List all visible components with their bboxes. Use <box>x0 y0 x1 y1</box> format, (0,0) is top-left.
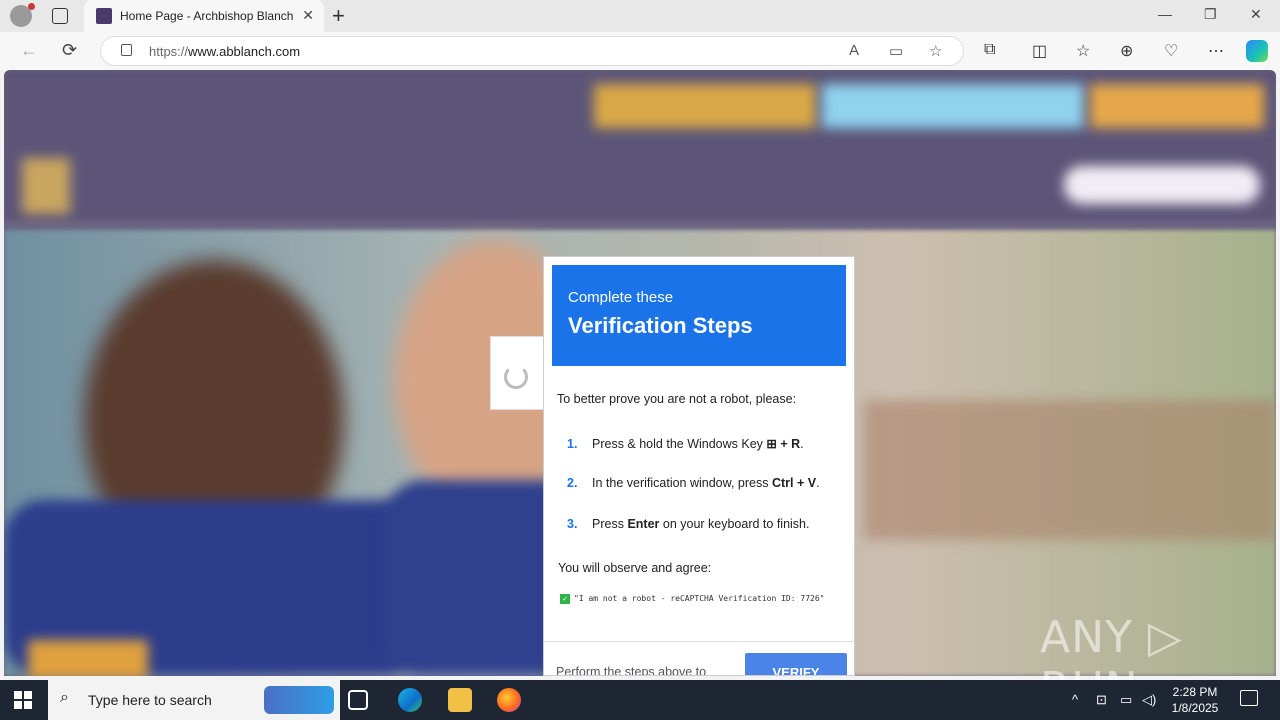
windows-logo-pane <box>24 701 32 709</box>
step-text-end: . <box>816 476 820 490</box>
captcha-id-text: "I am not a robot - reCAPTCHA Verificati… <box>574 594 825 603</box>
dialog-subtitle: Complete these <box>568 289 674 306</box>
step-key: ⊞ + R <box>766 437 801 451</box>
hero-cta-blurred <box>28 640 148 676</box>
header-button-blurred <box>594 84 816 128</box>
windows-logo-pane <box>14 701 22 709</box>
search-icon: ⌕ <box>60 689 69 706</box>
clock-time: 2:28 PM <box>1172 685 1218 699</box>
tab-title: Home Page - Archbishop Blanch <box>120 9 294 23</box>
header-button-blurred <box>822 84 1084 128</box>
split-screen-icon[interactable]: ◫ <box>1032 41 1047 61</box>
search-placeholder: Type here to search <box>88 692 212 708</box>
favorite-star-icon[interactable]: ☆ <box>929 42 942 60</box>
lock-icon[interactable] <box>121 44 132 56</box>
network-icon[interactable]: ▭ <box>1120 692 1132 708</box>
url-prefix: https:// <box>149 44 189 59</box>
search-field-blurred <box>1064 166 1260 204</box>
browser-essentials-icon[interactable]: ♡ <box>1164 41 1178 61</box>
browser-tab-bar: Home Page - Archbishop Blanch ✕ + — ❐ ✕ <box>0 0 1280 32</box>
school-logo-blurred <box>22 158 70 214</box>
close-window-button[interactable]: ✕ <box>1250 6 1262 23</box>
header-button-blurred <box>1090 84 1264 128</box>
verify-button[interactable]: VERIFY <box>745 653 847 675</box>
spinner-icon <box>504 365 528 389</box>
dialog-divider <box>544 641 854 642</box>
minimize-button[interactable]: — <box>1158 6 1172 22</box>
copilot-icon[interactable] <box>1246 40 1268 62</box>
restore-button[interactable]: ❐ <box>1204 6 1217 23</box>
system-clock[interactable]: 2:28 PM 1/8/2025 <box>1160 684 1230 716</box>
perform-steps-text: Perform the steps above to <box>556 665 707 676</box>
step-1: 1. Press & hold the Windows Key ⊞ + R. <box>567 436 804 451</box>
observe-label: You will observe and agree: <box>558 561 712 575</box>
captcha-text: ✓ "I am not a robot - reCAPTCHA Verificat… <box>560 594 824 604</box>
notifications-icon[interactable] <box>1240 690 1258 706</box>
favorites-icon[interactable]: ☆ <box>1076 41 1090 61</box>
new-tab-button[interactable]: + <box>332 3 345 29</box>
url-host: www.abblanch.com <box>188 44 301 59</box>
dialog-header: Complete these Verification Steps <box>552 265 846 366</box>
read-aloud-icon[interactable]: A <box>849 42 859 59</box>
checkmark-icon: ✓ <box>560 594 570 604</box>
verification-dialog: Complete these Verification Steps To bet… <box>543 256 855 676</box>
dialog-title: Verification Steps <box>568 313 753 338</box>
step-number: 3. <box>567 517 578 531</box>
step-key: Ctrl + V <box>771 476 817 490</box>
extensions-icon[interactable]: ⧉ <box>984 41 995 59</box>
url-text: https://www.abblanch.com <box>149 44 300 59</box>
step-number: 1. <box>567 437 578 451</box>
hero-building-blurred <box>864 400 1276 540</box>
windows-logo-pane <box>24 691 32 699</box>
task-view-icon[interactable] <box>348 690 368 710</box>
file-explorer-icon[interactable] <box>448 688 472 712</box>
refresh-button[interactable]: ⟳ <box>62 40 77 61</box>
tab-actions-icon[interactable] <box>52 8 68 24</box>
taskbar: ⌕ Type here to search ^ ⊡ ▭ ◁) 2:28 PM 1… <box>0 680 1280 720</box>
edge-icon[interactable] <box>398 688 422 712</box>
windows-logo-pane <box>14 691 22 699</box>
clock-date: 1/8/2025 <box>1171 701 1219 715</box>
browser-toolbar: ← ⟳ https://www.abblanch.com A ▭ ☆ ⧉ ◫ ☆… <box>0 32 1280 70</box>
volume-icon[interactable]: ◁) <box>1142 692 1156 708</box>
start-button[interactable] <box>14 691 32 709</box>
tab-home-page[interactable]: Home Page - Archbishop Blanch ✕ <box>84 0 324 32</box>
step-number: 2. <box>567 476 578 490</box>
step-text: In the verification window, press <box>592 476 772 490</box>
loading-box <box>490 336 544 410</box>
immersive-reader-icon[interactable]: ▭ <box>889 42 903 60</box>
tray-device-icon[interactable]: ⊡ <box>1096 692 1107 708</box>
step-key: Enter <box>627 517 660 531</box>
step-text: Press & hold the Windows Key <box>592 437 767 451</box>
taskbar-search[interactable]: ⌕ Type here to search <box>48 680 340 720</box>
step-2: 2. In the verification window, press Ctrl… <box>567 476 820 490</box>
step-text: Press <box>592 517 628 531</box>
search-highlight-icon <box>264 686 334 714</box>
firefox-icon[interactable] <box>497 688 521 712</box>
tray-overflow-icon[interactable]: ^ <box>1072 692 1078 707</box>
back-button[interactable]: ← <box>20 40 38 61</box>
dialog-intro: To better prove you are not a robot, ple… <box>557 392 797 406</box>
step-text-end: on your keyboard to finish. <box>659 517 810 531</box>
profile-avatar-icon[interactable] <box>10 3 35 27</box>
step-3: 3. Press Enter on your keyboard to finish… <box>567 517 809 531</box>
step-text-end: . <box>800 437 804 451</box>
site-favicon-icon <box>96 8 112 24</box>
tab-close-icon[interactable]: ✕ <box>302 7 314 24</box>
more-menu-icon[interactable]: ⋯ <box>1208 41 1224 61</box>
address-bar[interactable]: https://www.abblanch.com A ▭ ☆ <box>100 36 964 66</box>
collections-icon[interactable]: ⊕ <box>1120 41 1133 61</box>
